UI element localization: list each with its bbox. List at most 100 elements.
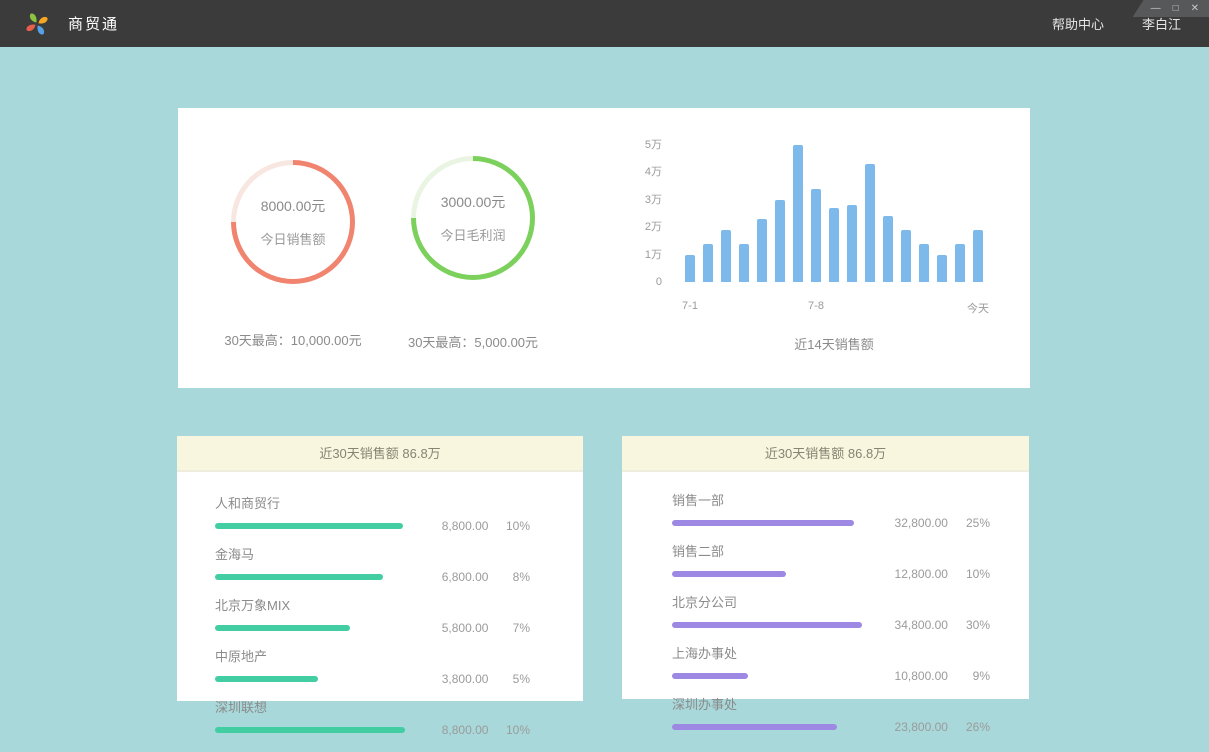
list-item: 中原地产 3,800.005% [215,646,530,686]
bar [937,255,947,282]
list-item: 销售二部 12,800.0010% [672,541,990,581]
today-overview-card: 8000.00元 今日销售额 30天最高：10,000.00元 3000.00元… [178,108,1030,388]
list-item: 销售一部32,800.0025% [672,490,990,530]
minimize-button[interactable]: — [1151,0,1161,17]
item-bar-row: 5,800.007% [215,621,530,635]
item-name: 北京万象MIX [215,595,530,614]
item-bar-track [672,571,868,577]
app-title: 商贸通 [68,13,119,34]
x-axis-label: 今天 [967,300,989,316]
y-axis-tick: 2万 [628,220,662,234]
list-item: 上海办事处 10,800.009% [672,643,990,683]
today-profit-value: 3000.00元 [441,192,506,212]
item-percent: 10% [488,519,530,533]
app-logo-icon [22,9,52,39]
list-item: 人和商贸行 8,800.0010% [215,493,530,533]
today-sales-ring-chart: 8000.00元 今日销售额 [231,160,355,284]
bar [973,230,983,282]
item-bar-row: 10,800.009% [672,669,990,683]
window-controls: — □ ✕ [1133,0,1209,17]
item-name: 中原地产 [215,646,530,665]
list-item: 北京万象MIX 5,800.007% [215,595,530,635]
today-sales-value: 8000.00元 [261,196,326,216]
bar [829,208,839,282]
item-progress-bar [215,676,318,682]
item-percent: 8% [488,570,530,584]
item-percent: 26% [948,720,990,734]
item-bar-track [672,520,868,526]
item-name: 上海办事处 [672,643,990,662]
today-profit-label: 今日毛利润 [440,225,505,244]
today-sales-ring-center: 8000.00元 今日销售额 [236,165,350,279]
item-progress-bar [215,727,405,733]
item-bar-track [672,673,868,679]
today-profit-ring-center: 3000.00元 今日毛利润 [416,161,530,275]
y-axis-tick: 4万 [628,165,662,179]
item-amount: 34,800.00 [868,618,948,632]
app-window: 商贸通 帮助中心 李白江 — □ ✕ 8000.00元 今日销售额 30天最高：… [0,0,1209,752]
item-percent: 10% [948,567,990,581]
item-name: 金海马 [215,544,530,563]
item-progress-bar [672,622,862,628]
bar-chart-plot: 5万4万3万2万1万07-17-8今天 [628,145,1030,282]
list-item: 金海马 6,800.008% [215,544,530,584]
item-amount: 3,800.00 [408,672,488,686]
item-percent: 25% [948,516,990,530]
list-item: 深圳联想 8,800.0010% [215,697,530,737]
help-center-link[interactable]: 帮助中心 [1052,14,1104,33]
item-amount: 32,800.00 [868,516,948,530]
customers-ranking-card: 近30天销售额 86.8万 人和商贸行8,800.0010%金海马6,800.0… [177,436,583,701]
bar [703,244,713,282]
item-bar-track [215,625,408,631]
bar [685,255,695,282]
item-progress-bar [215,625,350,631]
item-bar-row: 6,800.008% [215,570,530,584]
item-bar-track [215,727,408,733]
item-bar-row: 34,800.0030% [672,618,990,632]
bar [847,205,857,282]
item-name: 深圳联想 [215,697,530,716]
x-axis-label: 7-8 [808,300,824,312]
titlebar: 商贸通 帮助中心 李白江 — □ ✕ [0,0,1209,47]
item-name: 深圳办事处 [672,694,990,713]
item-bar-row: 3,800.005% [215,672,530,686]
sales-14d-bar-chart: 5万4万3万2万1万07-17-8今天 近14天销售额 [538,108,1030,388]
item-progress-bar [672,724,837,730]
bar [865,164,875,282]
dashboard: 8000.00元 今日销售额 30天最高：10,000.00元 3000.00元… [0,47,1209,752]
item-bar-row: 12,800.0010% [672,567,990,581]
y-axis-tick: 3万 [628,193,662,207]
item-name: 销售二部 [672,541,990,560]
close-button[interactable]: ✕ [1191,0,1199,17]
bar [811,189,821,282]
item-progress-bar [672,520,854,526]
customers-list: 人和商贸行8,800.0010%金海马6,800.008%北京万象MIX5,80… [177,472,583,737]
item-bar-track [672,622,868,628]
item-name: 人和商贸行 [215,493,530,512]
today-profit-section: 3000.00元 今日毛利润 30天最高：5,000.00元 [408,108,538,388]
item-amount: 8,800.00 [408,519,488,533]
item-amount: 5,800.00 [408,621,488,635]
item-amount: 6,800.00 [408,570,488,584]
item-bar-row: 8,800.0010% [215,519,530,533]
bar [919,244,929,282]
bar-chart-caption: 近14天销售额 [685,334,983,353]
list-item: 深圳办事处23,800.0026% [672,694,990,734]
bar [901,230,911,282]
item-progress-bar [672,571,786,577]
item-percent: 9% [948,669,990,683]
item-name: 北京分公司 [672,592,990,611]
today-sales-30d-max: 30天最高：10,000.00元 [224,330,361,349]
item-amount: 8,800.00 [408,723,488,737]
item-bar-track [215,574,408,580]
today-profit-30d-max: 30天最高：5,000.00元 [408,332,538,351]
item-bar-track [672,724,868,730]
item-percent: 5% [488,672,530,686]
item-progress-bar [215,523,403,529]
item-percent: 10% [488,723,530,737]
item-bar-row: 32,800.0025% [672,516,990,530]
item-progress-bar [672,673,748,679]
maximize-button[interactable]: □ [1173,0,1179,17]
today-sales-label: 今日销售额 [260,229,325,248]
item-amount: 12,800.00 [868,567,948,581]
